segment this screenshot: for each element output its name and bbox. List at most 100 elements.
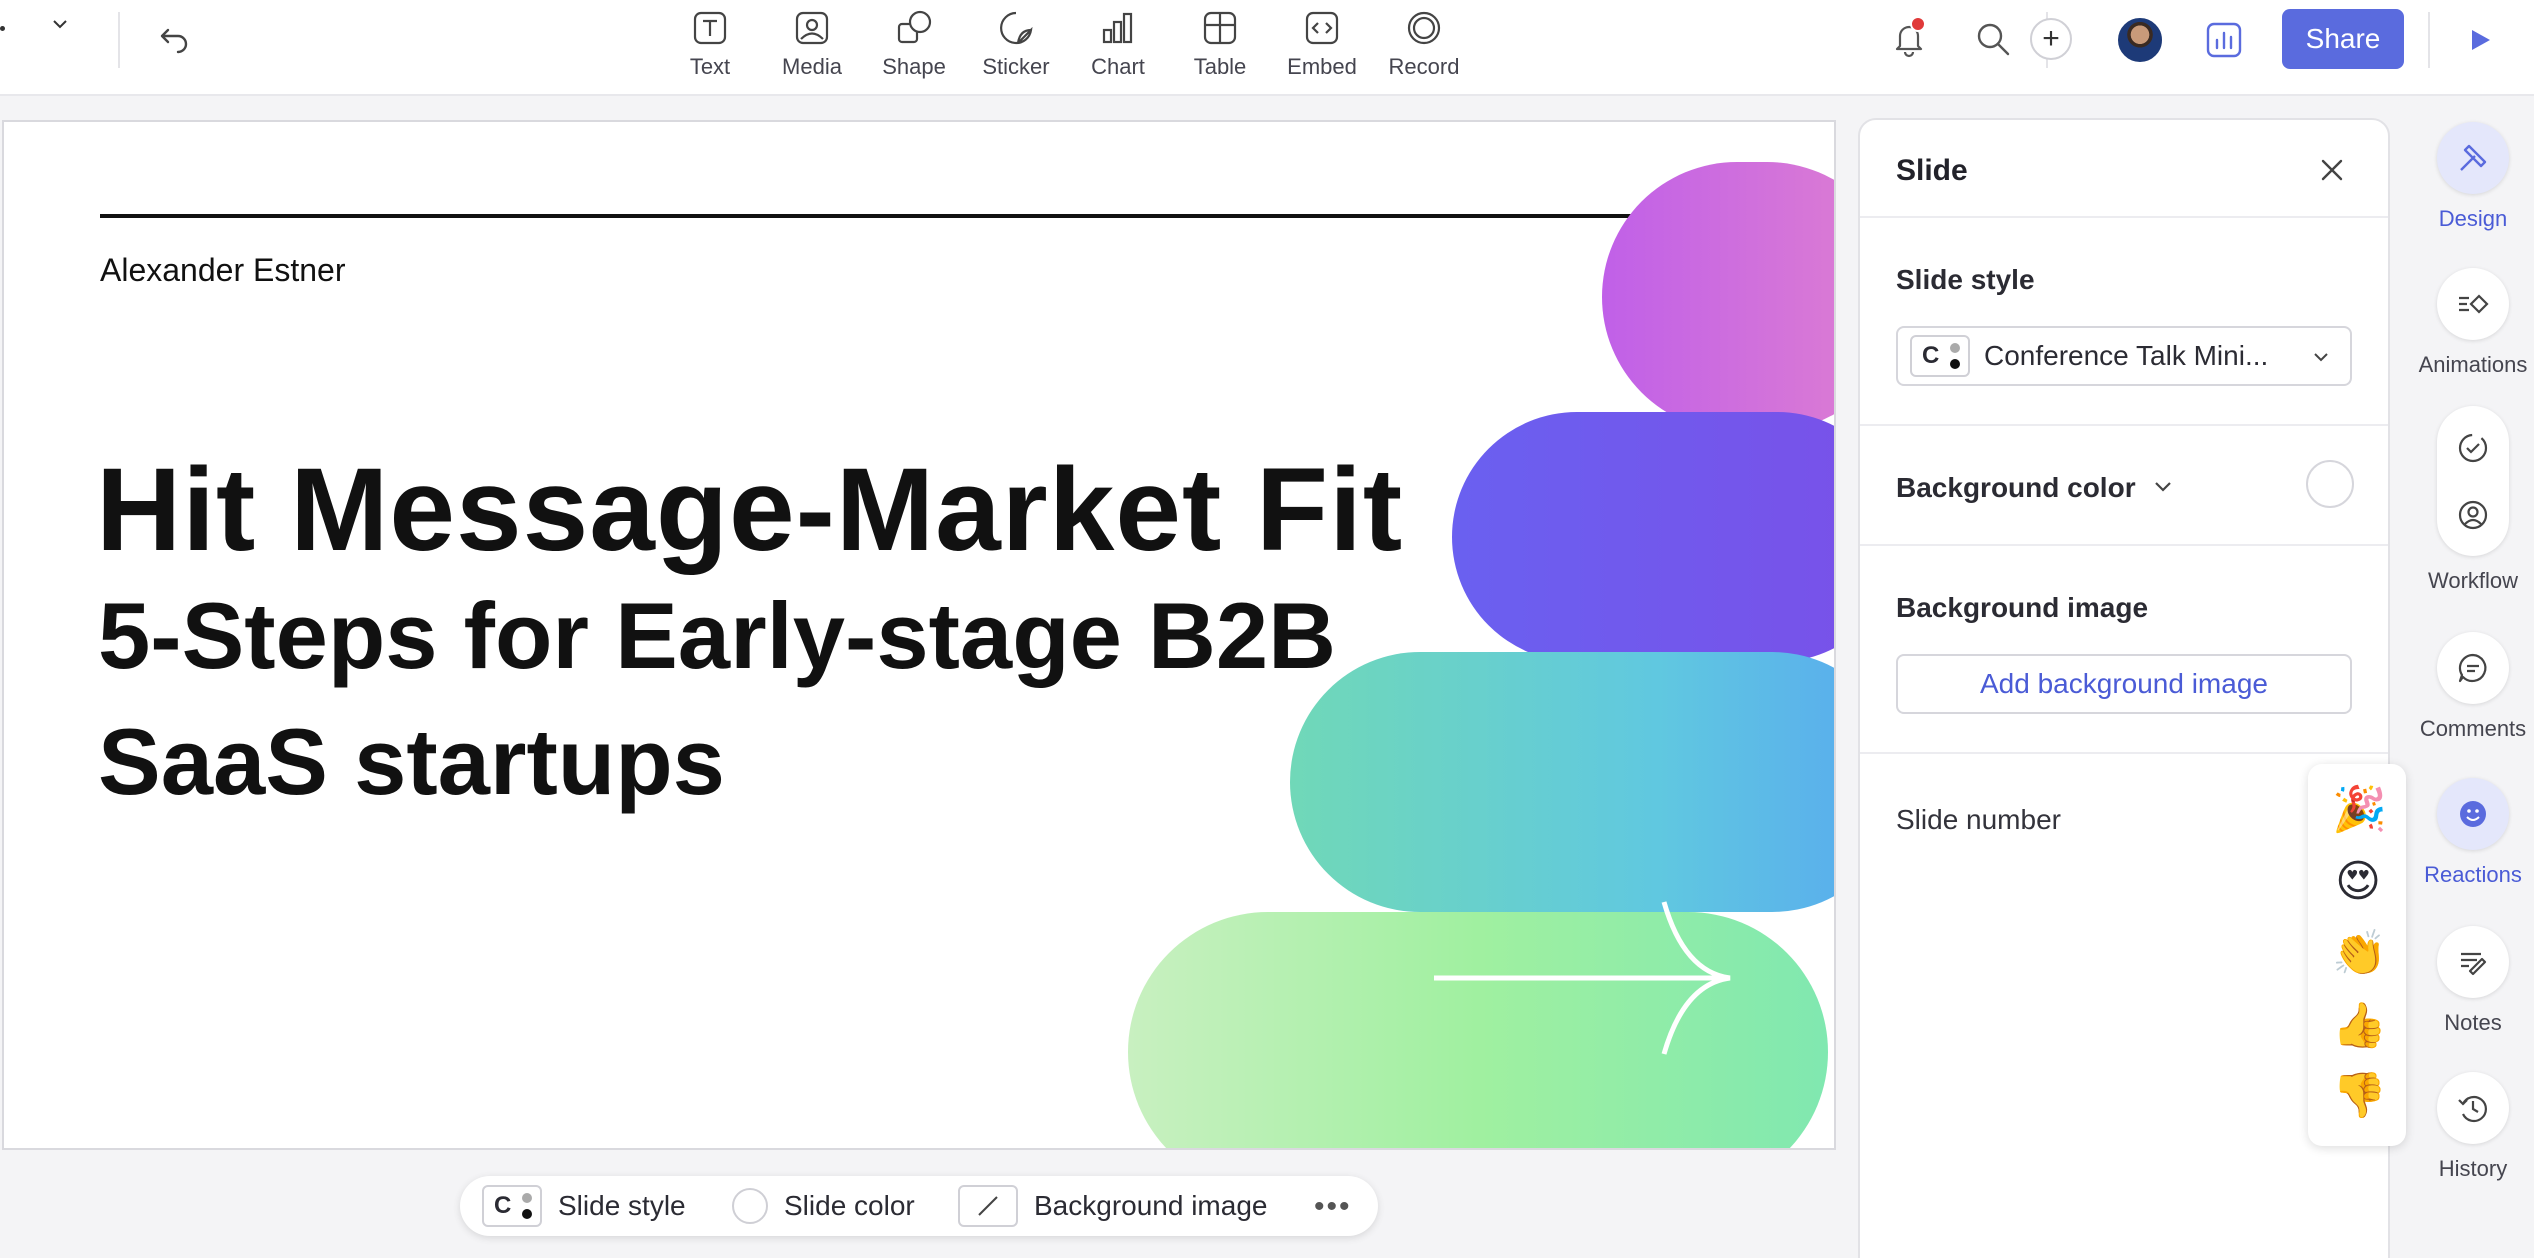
user-icon [2458,500,2488,529]
rail-label: Workflow [2427,568,2519,593]
more-options-button[interactable]: ••• [1314,1190,1352,1224]
rail-label: Design [2438,206,2508,231]
analytics-icon[interactable] [2204,20,2244,60]
animations-button[interactable] [2437,268,2509,340]
style-swatch: C [1910,335,1970,377]
tool-shape[interactable]: Shape [866,6,962,84]
rail-label: Reactions [2424,862,2522,887]
tool-text[interactable]: Text [662,6,758,84]
history-icon [2458,1095,2487,1123]
embed-icon [1305,11,1339,45]
rail-notes[interactable]: Notes [2412,926,2534,1036]
panel-title: Slide [1896,154,1968,187]
divider [1860,424,2388,426]
workflow-button[interactable] [2437,406,2509,556]
slide-number-label: Slide number [1896,804,2061,835]
rail-reactions[interactable]: Reactions [2412,778,2534,888]
divider [1860,752,2388,754]
history-button[interactable] [2437,1072,2509,1144]
rail-label: Notes [2444,1010,2502,1035]
chevron-down-icon[interactable] [48,12,72,36]
rail-label: History [2438,1156,2508,1181]
tool-label: Media [782,54,842,79]
tool-label: Embed [1287,54,1357,79]
thumbs-down-emoji[interactable]: 👎 [2332,1070,2387,1122]
comments-button[interactable] [2437,632,2509,704]
slide-style-value: Conference Talk Mini... [1984,340,2269,371]
clap-emoji[interactable]: 👏 [2332,928,2387,980]
divider [1860,544,2388,546]
tool-label: Text [689,54,731,79]
slide-style-select[interactable]: C Conference Talk Mini... [1896,326,2352,386]
tool-table[interactable]: Table [1172,6,1268,84]
record-icon [1407,11,1441,45]
background-image-button[interactable]: Background image [958,1176,1267,1236]
sticker-icon [1000,11,1033,45]
top-toolbar: Text Media Shape Sticker Chart Table Emb… [0,0,2534,96]
rail-workflow[interactable]: Workflow [2412,406,2534,594]
search-icon[interactable] [1974,20,2012,58]
tool-sticker[interactable]: Sticker [968,6,1064,84]
tool-label: Table [1193,54,1247,79]
slash-icon [978,1196,998,1216]
comment-icon [2458,653,2487,683]
table-icon [1203,11,1237,45]
divider [1860,216,2388,218]
media-icon [795,11,829,45]
slide-style-button[interactable]: C Slide style [482,1176,686,1236]
background-color-heading[interactable]: Background color [1896,472,2136,504]
rail-label: Comments [2419,716,2527,741]
color-swatch [732,1188,768,1224]
notes-button[interactable] [2437,926,2509,998]
slide-bottom-toolbar: C Slide style Slide color Background ima… [460,1176,1378,1236]
close-icon[interactable] [2316,154,2348,186]
rail-animations[interactable]: Animations [2412,268,2534,378]
slide-subtitle[interactable]: SaaS startups [98,708,725,816]
rail-history[interactable]: History [2412,1072,2534,1182]
gradient-ribbon-artwork [1128,162,1834,1148]
menu-dot [0,26,5,31]
swatch-letter: C [494,1192,512,1219]
undo-icon[interactable] [158,22,190,54]
tool-label: Record [1388,54,1460,79]
slide-author[interactable]: Alexander Estner [100,252,345,289]
slide-color-label: Slide color [784,1190,915,1221]
add-background-image-button[interactable]: Add background image [1896,654,2352,714]
share-button[interactable]: Share [2282,9,2404,69]
reactions-button[interactable] [2437,778,2509,850]
thumbs-up-emoji[interactable]: 👍 [2332,1000,2387,1052]
slide-style-heading: Slide style [1896,264,2035,295]
party-emoji[interactable]: 🎉 [2332,784,2387,836]
notes-icon [2461,952,2487,976]
play-icon[interactable] [2466,26,2494,54]
reactions-popup: 🎉 😍 👏 👍 👎 [2308,764,2406,1146]
shape-icon [897,10,932,44]
tool-label: Chart [1091,54,1145,79]
animations-icon [2459,294,2489,314]
chart-icon [1102,12,1133,44]
rail-label: Animations [2418,352,2528,377]
background-image-heading: Background image [1896,592,2149,623]
avatar[interactable] [2116,16,2164,64]
background-color-swatch[interactable] [2306,460,2354,508]
slide-style-label: Slide style [558,1190,686,1221]
style-swatch: C [482,1185,542,1227]
tool-label: Shape [882,54,946,79]
add-collaborator-button[interactable]: + [2030,18,2072,60]
tool-media[interactable]: Media [764,6,860,84]
chevron-down-icon[interactable] [2150,474,2176,500]
tool-embed[interactable]: Embed [1274,6,1370,84]
status-check-icon [2458,433,2488,462]
text-icon [693,11,727,45]
smiley-icon [2460,801,2486,827]
slide-color-button[interactable]: Slide color [732,1176,915,1236]
rail-comments[interactable]: Comments [2412,632,2534,742]
rail-design[interactable]: Design [2412,122,2534,232]
chevron-down-icon [2314,353,2328,362]
heart-eyes-emoji[interactable]: 😍 [2332,856,2384,908]
tool-record[interactable]: Record [1376,6,1472,84]
tool-chart[interactable]: Chart [1070,6,1166,84]
image-swatch [958,1185,1018,1227]
slide-canvas[interactable]: Alexander Estner Hit Message-Market Fit … [2,120,1836,1150]
design-button[interactable] [2437,122,2509,194]
